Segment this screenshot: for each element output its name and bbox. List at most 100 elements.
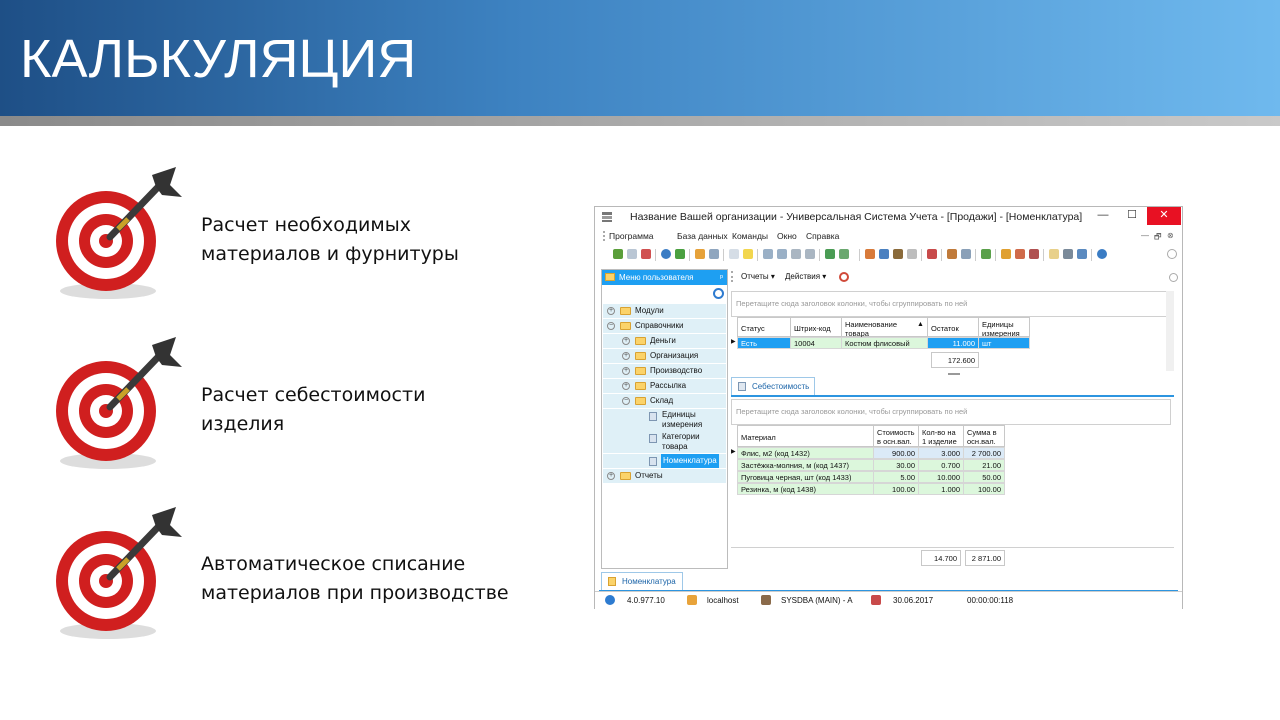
table-cell[interactable]: 0.700 [918, 459, 964, 471]
table-cell[interactable]: шт [978, 337, 1030, 349]
document-icon[interactable] [729, 249, 739, 259]
excel-export-icon[interactable] [839, 249, 849, 259]
table-cell[interactable]: 100.00 [963, 483, 1005, 495]
column-header[interactable]: Кол-во на 1 изделие [918, 425, 964, 447]
column-header[interactable]: Материал [737, 425, 874, 447]
expand-icon[interactable]: + [607, 307, 615, 315]
forward-icon[interactable] [1077, 249, 1087, 259]
tree-item-modules[interactable]: + Модули [603, 304, 726, 318]
menu-database[interactable]: База данных [677, 231, 728, 241]
vertical-scrollbar[interactable] [1166, 291, 1174, 371]
transfer-icon[interactable] [1029, 249, 1039, 259]
tree-item-units[interactable]: Единицы измерения [603, 409, 726, 431]
book-icon[interactable] [893, 249, 903, 259]
tree-search-icon[interactable] [713, 288, 724, 299]
maximize-button[interactable]: ☐ [1118, 207, 1146, 225]
calendar-icon[interactable] [927, 249, 937, 259]
minimize-button[interactable]: — [1089, 207, 1117, 225]
table-cell[interactable]: Есть [737, 337, 791, 349]
new-icon[interactable] [613, 249, 623, 259]
tab-cost[interactable]: Себестоимость [731, 377, 815, 395]
lock-icon[interactable] [1001, 249, 1011, 259]
window-icon[interactable] [879, 249, 889, 259]
group-by-area[interactable]: Перетащите сюда заголовок колонки, чтобы… [731, 399, 1171, 425]
tools-icon[interactable] [947, 249, 957, 259]
tree-item-warehouse[interactable]: − Склад [603, 394, 726, 408]
ledger-icon[interactable] [1049, 249, 1059, 259]
tree-item-money[interactable]: + Деньги [603, 334, 726, 348]
group-by-area[interactable]: Перетащите сюда заголовок колонки, чтобы… [731, 291, 1171, 317]
filter-icon[interactable] [695, 249, 705, 259]
collapse-icon[interactable]: − [622, 397, 630, 405]
table-cell[interactable]: 2 700.00 [963, 447, 1005, 459]
settings-icon[interactable] [961, 249, 971, 259]
column-header[interactable]: Сумма в осн.вал. [963, 425, 1005, 447]
table-cell[interactable]: 3.000 [918, 447, 964, 459]
expand-icon[interactable]: + [607, 472, 615, 480]
tree-item-references[interactable]: − Справочники [603, 319, 726, 333]
table-cell[interactable]: 21.00 [963, 459, 1005, 471]
reports-dropdown[interactable]: Отчеты ▾ [741, 272, 775, 281]
mdi-close-button[interactable]: ⊗ [1167, 231, 1174, 240]
table-cell[interactable]: 10.000 [918, 471, 964, 483]
tree-item-organization[interactable]: + Организация [603, 349, 726, 363]
menu-program[interactable]: Программа [609, 231, 654, 241]
menu-help[interactable]: Справка [806, 231, 839, 241]
table-cell[interactable]: 11.000 [927, 337, 979, 349]
table-cell[interactable]: Резинка, м (код 1438) [737, 483, 874, 495]
menu-window[interactable]: Окно [777, 231, 797, 241]
expand-icon[interactable]: + [622, 367, 630, 375]
table-cell[interactable]: 900.00 [873, 447, 919, 459]
move-up-icon[interactable] [763, 249, 773, 259]
export-icon[interactable] [791, 249, 801, 259]
table-cell[interactable]: 30.00 [873, 459, 919, 471]
expand-icon[interactable]: + [622, 382, 630, 390]
delete-icon[interactable] [641, 249, 651, 259]
tree-item-mailing[interactable]: + Рассылка [603, 379, 726, 393]
splitter-handle[interactable] [948, 373, 960, 375]
column-header[interactable]: Единицы измерения [978, 317, 1030, 338]
import-icon[interactable] [805, 249, 815, 259]
column-header[interactable]: Стоимость в осн.вал. [873, 425, 919, 447]
close-button[interactable]: ✕ [1147, 207, 1181, 225]
toolbar-close-icon[interactable] [1167, 249, 1177, 259]
column-header[interactable]: Статус [737, 317, 791, 337]
menu-commands[interactable]: Команды [732, 231, 768, 241]
user-menu-header[interactable]: Меню пользователя ᵖ [602, 270, 727, 285]
collapse-icon[interactable]: − [607, 322, 615, 330]
tree-item-categories[interactable]: Категории товара [603, 431, 726, 453]
filter-clear-icon[interactable] [709, 249, 719, 259]
tree-item-production[interactable]: + Производство [603, 364, 726, 378]
column-header[interactable]: Наименование товара [841, 317, 928, 338]
move-down-icon[interactable] [777, 249, 787, 259]
expand-icon[interactable]: + [622, 337, 630, 345]
column-header[interactable]: Остаток [927, 317, 979, 337]
actions-dropdown[interactable]: Действия ▾ [785, 272, 826, 281]
table-cell[interactable]: 10004 [790, 337, 842, 349]
tree-item-nomenclature[interactable]: Номенклатура [603, 454, 726, 468]
panel-close-icon[interactable] [1169, 273, 1178, 282]
column-header[interactable]: Штрих-код [790, 317, 842, 337]
excel-icon[interactable] [825, 249, 835, 259]
search-icon[interactable] [661, 249, 671, 259]
table-cell[interactable]: Костюм флисовый [841, 337, 928, 349]
table-cell[interactable]: Флис, м2 (код 1432) [737, 447, 874, 459]
chart-icon[interactable] [981, 249, 991, 259]
note-icon[interactable] [743, 249, 753, 259]
copy-icon[interactable] [627, 249, 637, 259]
tree-item-reports[interactable]: + Отчеты [603, 469, 726, 483]
open-icon[interactable] [865, 249, 875, 259]
window-titlebar[interactable]: Название Вашей организации - Универсальн… [595, 207, 1182, 227]
table-cell[interactable]: 100.00 [873, 483, 919, 495]
users-icon[interactable] [1015, 249, 1025, 259]
mdi-restore-button[interactable]: 🗗 [1154, 231, 1162, 245]
mdi-minimize-button[interactable]: — [1141, 231, 1149, 240]
print-icon[interactable] [1063, 249, 1073, 259]
table-cell[interactable]: 50.00 [963, 471, 1005, 483]
stop-icon[interactable] [839, 272, 849, 282]
tab-nomenclature[interactable]: Номенклатура [601, 572, 683, 590]
expand-icon[interactable]: + [622, 352, 630, 360]
refresh-icon[interactable] [675, 249, 685, 259]
table-cell[interactable]: Застёжка-молния, м (код 1437) [737, 459, 874, 471]
disabled-icon[interactable] [907, 249, 917, 259]
